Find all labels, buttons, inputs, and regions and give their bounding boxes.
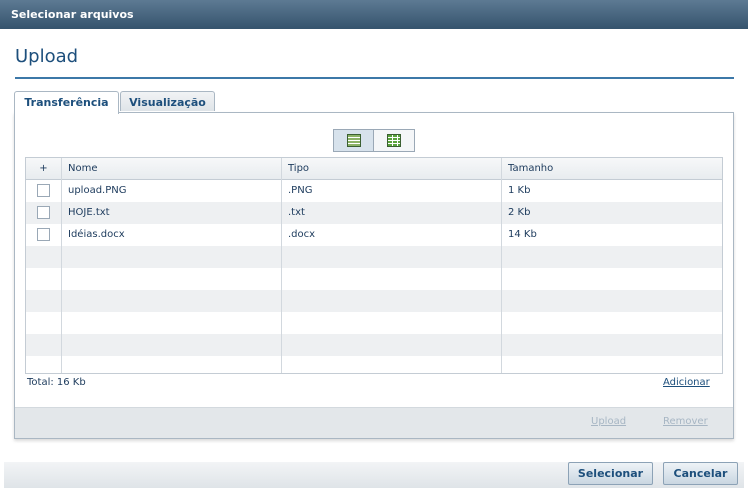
page-title: Upload <box>15 46 79 67</box>
cancel-button[interactable]: Cancelar <box>663 462 738 485</box>
file-size: 14 Kb <box>508 229 537 240</box>
window-title: Selecionar arquivos <box>11 8 134 21</box>
empty-row <box>26 334 722 356</box>
list-view-button[interactable] <box>334 130 374 151</box>
column-header-type[interactable]: Tipo <box>282 158 502 180</box>
file-size: 2 Kb <box>508 207 531 218</box>
file-name: Idéias.docx <box>62 224 282 246</box>
view-toggle <box>333 129 415 152</box>
file-name: HOJE.txt <box>62 202 282 224</box>
empty-row <box>26 356 722 373</box>
grid-view-icon <box>387 134 401 147</box>
file-type: .PNG <box>282 180 502 202</box>
file-type: .txt <box>282 202 502 224</box>
table-row[interactable]: HOJE.txt .txt 2 Kb <box>26 202 722 224</box>
file-size: 1 Kb <box>508 185 531 196</box>
grid-view-button[interactable] <box>374 130 414 151</box>
upload-link[interactable]: Upload <box>591 416 626 427</box>
column-header-size[interactable]: Tamanho <box>502 158 722 180</box>
table-row[interactable]: Idéias.docx .docx 14 Kb <box>26 224 722 246</box>
file-name: upload.PNG <box>62 180 282 202</box>
row-checkbox[interactable] <box>37 184 50 197</box>
add-files-link[interactable]: Adicionar <box>663 377 710 388</box>
table-header: + Nome Tipo Tamanho <box>26 158 722 180</box>
row-checkbox-cell <box>26 180 62 202</box>
title-divider <box>15 77 734 79</box>
remove-link[interactable]: Remover <box>663 416 708 427</box>
empty-row <box>26 290 722 312</box>
empty-row <box>26 268 722 290</box>
tab-transferencia[interactable]: Transferência <box>14 91 119 114</box>
window-titlebar: Selecionar arquivos <box>0 0 748 29</box>
empty-row <box>26 246 722 268</box>
column-header-name[interactable]: Nome <box>62 158 282 180</box>
row-checkbox[interactable] <box>37 206 50 219</box>
empty-row <box>26 312 722 334</box>
row-checkbox-cell <box>26 224 62 246</box>
file-table: + Nome Tipo Tamanho upload.PNG .PNG 1 Kb… <box>25 157 723 374</box>
select-button[interactable]: Selecionar <box>568 462 653 485</box>
row-checkbox[interactable] <box>37 228 50 241</box>
tab-visualizacao[interactable]: Visualização <box>120 91 215 111</box>
table-row[interactable]: upload.PNG .PNG 1 Kb <box>26 180 722 202</box>
list-view-icon <box>346 134 361 147</box>
row-checkbox-cell <box>26 202 62 224</box>
total-size: Total: 16 Kb <box>27 377 86 388</box>
file-type: .docx <box>282 224 502 246</box>
select-all-header[interactable]: + <box>26 158 62 180</box>
